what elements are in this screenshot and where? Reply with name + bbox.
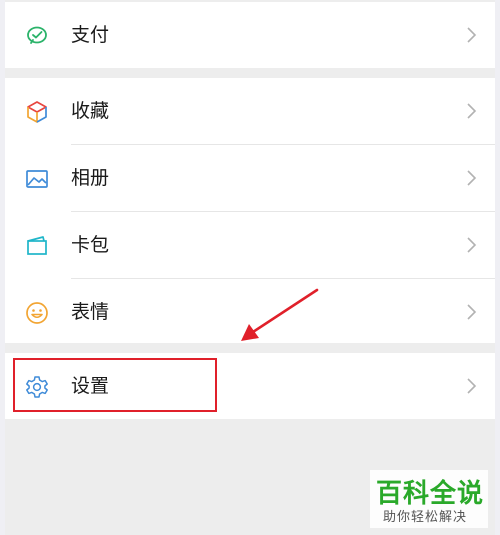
wechat-pay-icon bbox=[27, 26, 47, 44]
album-image-icon bbox=[26, 170, 48, 188]
menu-item-label: 收藏 bbox=[71, 100, 110, 122]
menu-item-pay[interactable]: 支付 bbox=[5, 2, 495, 68]
chevron-right-icon bbox=[467, 103, 477, 119]
watermark-subtitle: 助你轻松解决 bbox=[383, 510, 468, 525]
annotation-arrow-icon bbox=[241, 288, 319, 341]
menu-item-label: 支付 bbox=[71, 24, 110, 46]
wechat-me-menu-page: 支付 收藏 相册 卡包 表情 设置 bbox=[5, 0, 495, 535]
watermark-title: 百科全说 bbox=[376, 479, 485, 509]
menu-item-album[interactable]: 相册 bbox=[5, 145, 495, 211]
settings-highlight-box bbox=[13, 358, 217, 412]
chevron-right-icon bbox=[467, 378, 477, 394]
menu-item-label: 表情 bbox=[71, 301, 110, 323]
chevron-right-icon bbox=[467, 304, 477, 320]
menu-item-favorites[interactable]: 收藏 bbox=[5, 78, 495, 144]
watermark: 百科全说 助你轻松解决 bbox=[370, 470, 488, 528]
chevron-right-icon bbox=[467, 27, 477, 43]
menu-item-label: 卡包 bbox=[71, 234, 110, 256]
smiley-emoji-icon bbox=[26, 302, 48, 324]
card-wallet-icon bbox=[27, 236, 47, 255]
favorites-cube-icon bbox=[27, 101, 47, 123]
chevron-right-icon bbox=[467, 237, 477, 253]
menu-item-card-wallet[interactable]: 卡包 bbox=[5, 212, 495, 278]
menu-item-label: 相册 bbox=[71, 167, 110, 189]
menu-group-pay: 支付 bbox=[5, 2, 495, 68]
chevron-right-icon bbox=[467, 170, 477, 186]
